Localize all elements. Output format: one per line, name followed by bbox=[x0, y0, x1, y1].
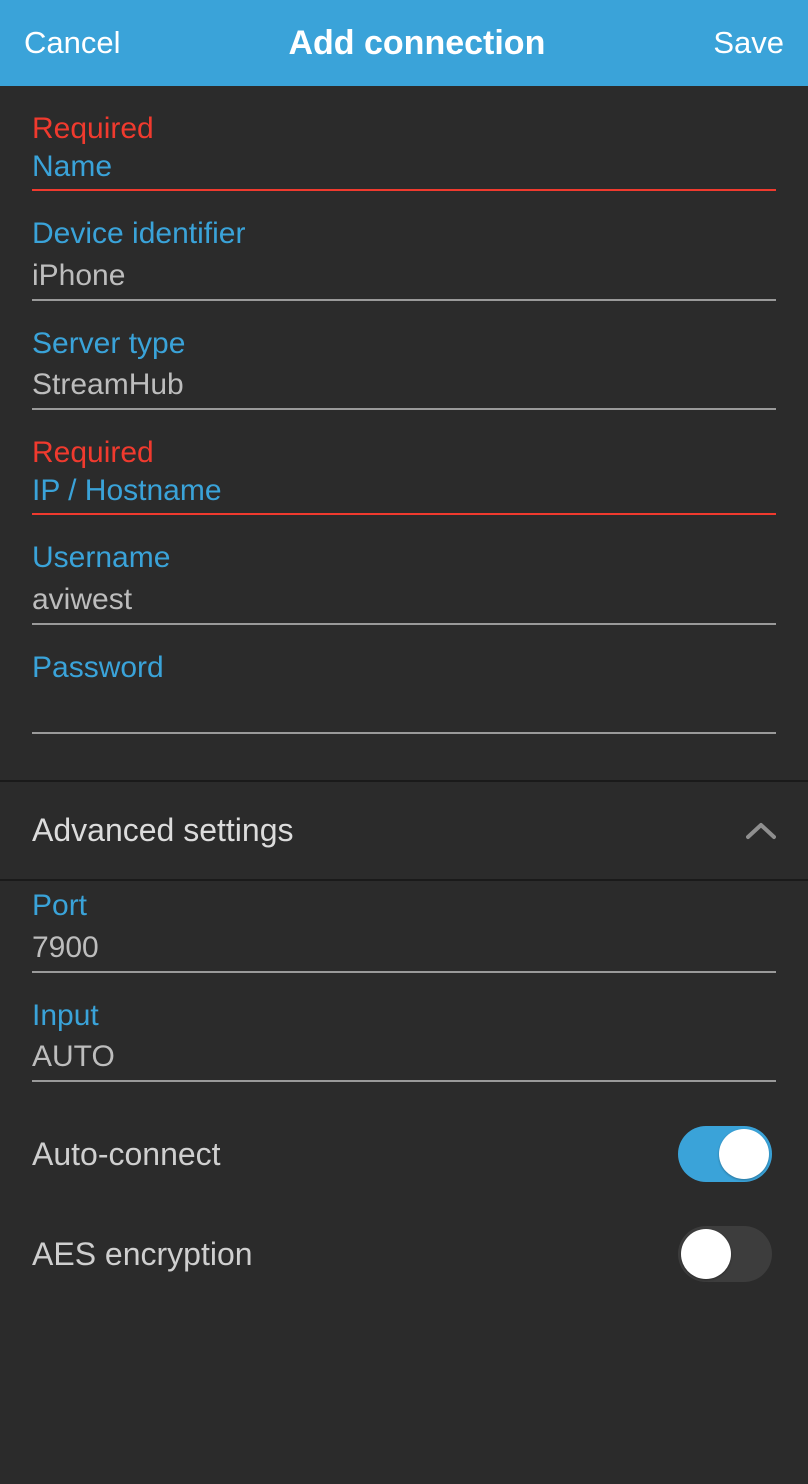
chevron-up-icon bbox=[746, 822, 776, 840]
username-value: aviwest bbox=[32, 581, 776, 619]
toggle-knob bbox=[681, 1229, 731, 1279]
port-label: Port bbox=[32, 887, 776, 925]
navbar: Cancel Add connection Save bbox=[0, 0, 808, 86]
server-type-value: StreamHub bbox=[32, 366, 776, 404]
input-field[interactable]: Input AUTO bbox=[32, 997, 776, 1083]
connection-form: Required Name Device identifier iPhone S… bbox=[0, 86, 808, 734]
name-field[interactable]: Required Name bbox=[32, 110, 776, 191]
password-field[interactable]: Password bbox=[32, 649, 776, 735]
cancel-button[interactable]: Cancel bbox=[24, 25, 121, 61]
server-type-label: Server type bbox=[32, 325, 776, 363]
field-underline bbox=[32, 1080, 776, 1082]
password-value bbox=[32, 690, 776, 728]
username-label: Username bbox=[32, 539, 776, 577]
password-label: Password bbox=[32, 649, 776, 687]
advanced-settings-body: Port 7900 Input AUTO Auto-connect AES en… bbox=[0, 887, 808, 1282]
required-tag: Required bbox=[32, 110, 776, 148]
field-underline bbox=[32, 513, 776, 515]
field-underline bbox=[32, 732, 776, 734]
section-divider bbox=[0, 879, 808, 881]
advanced-settings-title: Advanced settings bbox=[32, 812, 294, 849]
ip-hostname-field[interactable]: Required IP / Hostname bbox=[32, 434, 776, 515]
field-underline bbox=[32, 189, 776, 191]
port-field[interactable]: Port 7900 bbox=[32, 887, 776, 973]
auto-connect-label: Auto-connect bbox=[32, 1136, 221, 1173]
auto-connect-row: Auto-connect bbox=[32, 1126, 776, 1182]
advanced-settings-toggle[interactable]: Advanced settings bbox=[0, 782, 808, 879]
port-value: 7900 bbox=[32, 929, 776, 967]
field-underline bbox=[32, 299, 776, 301]
username-field[interactable]: Username aviwest bbox=[32, 539, 776, 625]
page-title: Add connection bbox=[288, 24, 545, 63]
aes-encryption-label: AES encryption bbox=[32, 1236, 253, 1273]
device-identifier-field[interactable]: Device identifier iPhone bbox=[32, 215, 776, 301]
required-tag: Required bbox=[32, 434, 776, 472]
server-type-field[interactable]: Server type StreamHub bbox=[32, 325, 776, 411]
auto-connect-toggle[interactable] bbox=[678, 1126, 772, 1182]
device-identifier-label: Device identifier bbox=[32, 215, 776, 253]
input-label: Input bbox=[32, 997, 776, 1035]
aes-encryption-toggle[interactable] bbox=[678, 1226, 772, 1282]
toggle-knob bbox=[719, 1129, 769, 1179]
field-underline bbox=[32, 408, 776, 410]
field-underline bbox=[32, 623, 776, 625]
save-button[interactable]: Save bbox=[713, 25, 784, 61]
ip-hostname-label: IP / Hostname bbox=[32, 472, 776, 510]
device-identifier-value: iPhone bbox=[32, 257, 776, 295]
name-label: Name bbox=[32, 148, 776, 186]
field-underline bbox=[32, 971, 776, 973]
aes-encryption-row: AES encryption bbox=[32, 1226, 776, 1282]
input-value: AUTO bbox=[32, 1038, 776, 1076]
